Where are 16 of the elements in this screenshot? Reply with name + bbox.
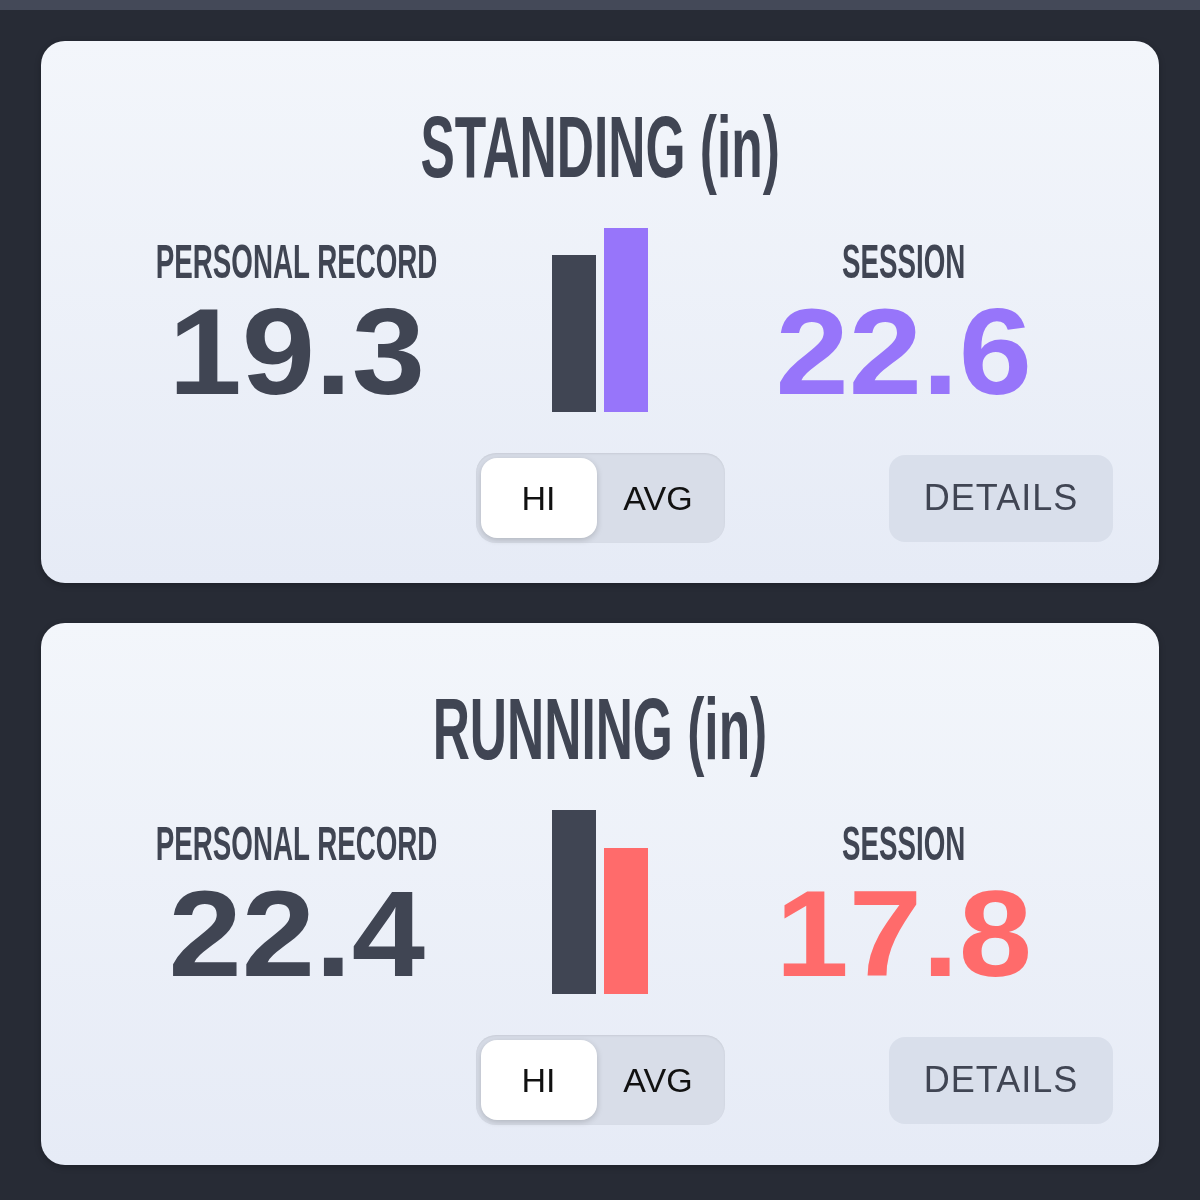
stat-label: SESSION bbox=[841, 820, 966, 868]
segment-tab[interactable]: HI bbox=[480, 1040, 597, 1120]
session-value: 17.8 bbox=[775, 884, 1032, 984]
details-button[interactable]: DETAILS bbox=[889, 454, 1113, 542]
segment-tab[interactable]: AVG bbox=[596, 1040, 720, 1120]
record-value: 19.3 bbox=[168, 302, 425, 402]
segment-tab[interactable]: HI bbox=[480, 458, 597, 538]
stat-label: PERSONAL RECORD bbox=[155, 238, 438, 286]
session-value: 22.6 bbox=[775, 302, 1032, 402]
stat-label: PERSONAL RECORD bbox=[155, 820, 438, 868]
stat-label: SESSION bbox=[841, 238, 966, 286]
segmented-control[interactable]: HI AVG bbox=[475, 453, 725, 543]
details-button[interactable]: DETAILS bbox=[889, 1036, 1113, 1124]
record-value: 22.4 bbox=[168, 884, 425, 984]
segment-tab[interactable]: AVG bbox=[596, 458, 720, 538]
segmented-control[interactable]: HI AVG bbox=[475, 1035, 725, 1125]
